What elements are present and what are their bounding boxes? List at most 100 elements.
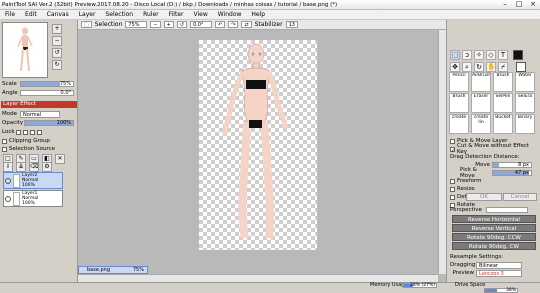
layer-settings-icon[interactable]: ⚙ <box>42 162 52 172</box>
pick-move-slider[interactable]: 47 px <box>492 170 532 176</box>
brush-create[interactable]: create <box>449 114 469 134</box>
mode-select[interactable]: Normal <box>20 110 60 118</box>
menu-canvas[interactable]: Canvas <box>42 11 74 18</box>
rotate-cw-button[interactable]: ↷ <box>228 21 239 28</box>
move-icon[interactable]: ✥ <box>450 62 460 72</box>
eye-icon[interactable] <box>5 195 11 202</box>
rotate-right-icon[interactable]: ↻ <box>52 60 62 70</box>
menu-help[interactable]: Help <box>246 11 270 18</box>
menu-filter[interactable]: Filter <box>164 11 189 18</box>
maximize-button[interactable]: □ <box>512 0 526 9</box>
stabilizer-select[interactable]: 13 <box>285 21 298 28</box>
primary-color-swatch[interactable] <box>513 50 523 60</box>
selection-label: Selection <box>94 21 123 28</box>
angle-select[interactable]: 0.0° <box>190 21 212 28</box>
lock-checkbox-3[interactable] <box>30 129 35 135</box>
lasso-icon[interactable]: ↄ <box>462 50 472 60</box>
text-icon[interactable]: T <box>498 50 508 60</box>
deform-checkbox[interactable] <box>450 194 455 200</box>
zoom-out-icon[interactable]: − <box>52 36 62 46</box>
resize-checkbox[interactable] <box>450 186 455 192</box>
brush-brush[interactable]: Brush <box>493 72 513 92</box>
lock-checkbox-2[interactable] <box>23 129 28 135</box>
brush-binary[interactable]: Binary <box>515 114 535 134</box>
selection-mode-icon[interactable]: ⬚ <box>81 21 92 28</box>
cut-move-checkbox[interactable]: ✓ <box>450 146 456 154</box>
preview-select[interactable]: Lanczos 3 <box>476 269 522 277</box>
zoom-reset-button[interactable]: ↺ <box>176 21 187 28</box>
zoom-select[interactable]: 75% <box>125 21 148 28</box>
brush-selera[interactable]: SelEra <box>515 93 535 113</box>
merge-down-icon[interactable]: ⇊ <box>16 162 26 172</box>
layer-thumbnail <box>13 173 20 188</box>
scale-slider[interactable]: 75% <box>20 81 74 87</box>
brush-pencil[interactable]: Pencil <box>449 72 469 92</box>
eyedropper-icon[interactable]: ⌿ <box>498 62 508 72</box>
rotate-ccw-button[interactable]: ↶ <box>215 21 226 28</box>
vertical-scrollbar[interactable] <box>438 30 446 274</box>
magic-wand-icon[interactable]: ✧ <box>474 50 484 60</box>
scale-value: 75% <box>59 81 71 87</box>
eye-icon[interactable] <box>5 177 11 184</box>
secondary-color-swatch[interactable] <box>516 62 526 72</box>
brush-airbrush[interactable]: AirBrush <box>471 72 491 92</box>
memory-usage-bar: 28% (27%) <box>403 283 437 288</box>
menu-view[interactable]: View <box>188 11 212 18</box>
close-button[interactable]: × <box>526 0 540 9</box>
brush-bucket[interactable]: Bucket <box>493 114 513 134</box>
angle-slider[interactable]: 0.0° <box>20 90 74 96</box>
freeform-checkbox[interactable] <box>450 178 455 184</box>
select-rect-icon[interactable]: ⬚ <box>450 50 460 60</box>
rotate-ccw-90-button[interactable]: Rotate 90deg. CCW <box>452 233 536 241</box>
move-slider[interactable]: 8 px <box>492 162 532 168</box>
shape-icon[interactable]: ◇ <box>486 50 496 60</box>
dragging-select[interactable]: Bilinear <box>476 261 522 269</box>
document-tab[interactable]: base.png 75% <box>78 266 148 274</box>
menu-layer[interactable]: Layer <box>74 11 101 18</box>
rotate-left-icon[interactable]: ↺ <box>52 48 62 58</box>
brush-eraser[interactable]: Eraser <box>471 93 491 113</box>
brush-selpen[interactable]: SelPen <box>493 93 513 113</box>
rotate-cw-90-button[interactable]: Rotate 90deg. CW <box>452 242 536 250</box>
pick-move-layer-checkbox[interactable] <box>450 138 455 144</box>
menu-window[interactable]: Window <box>213 11 247 18</box>
layer-toolbar-2: ⇩ ⇊ ⌫ ⚙ <box>3 162 52 172</box>
layer-effect-header: Layer Effect <box>1 101 77 108</box>
zoom-in-icon[interactable]: + <box>52 24 62 34</box>
hand-icon[interactable]: ✋ <box>486 62 496 72</box>
lock-checkbox-1[interactable] <box>16 129 21 135</box>
selection-source-checkbox[interactable] <box>2 146 7 152</box>
menu-ruler[interactable]: Ruler <box>138 11 164 18</box>
reverse-horizontal-button[interactable]: Reverse Horizontal <box>452 215 536 223</box>
rotate-icon[interactable]: ↻ <box>474 62 484 72</box>
clear-layer-icon[interactable]: ⌫ <box>29 162 39 172</box>
drive-space-fill <box>485 289 498 292</box>
horizontal-scrollbar[interactable] <box>78 274 438 282</box>
reverse-vertical-button[interactable]: Reverse Vertical <box>452 224 536 232</box>
opacity-slider[interactable]: 100% <box>24 120 74 126</box>
brush-create-lin[interactable]: create lin <box>471 114 491 134</box>
canvas-toolbar: ⬚ Selection 75% − + ↺ 0.0° ↶ ↷ ⇄ Stabili… <box>78 20 446 30</box>
selection-source-row: Selection Source <box>2 145 76 153</box>
flip-button[interactable]: ⇄ <box>241 21 252 28</box>
menu-selection[interactable]: Selection <box>100 11 138 18</box>
transfer-down-icon[interactable]: ⇩ <box>3 162 13 172</box>
ok-button[interactable]: OK <box>466 193 502 201</box>
layer-item-layer1[interactable]: Layer1 Normal 100% <box>3 190 63 207</box>
lock-checkbox-4[interactable] <box>37 129 42 135</box>
zoom-icon[interactable]: ⌕ <box>462 62 472 72</box>
zoom-out-button[interactable]: − <box>150 21 161 28</box>
minimize-button[interactable]: – <box>498 0 512 9</box>
zoom-in-button[interactable]: + <box>163 21 174 28</box>
menu-file[interactable]: File <box>0 11 20 18</box>
menu-edit[interactable]: Edit <box>20 11 42 18</box>
perspective-slider[interactable] <box>485 207 528 213</box>
delete-layer-icon[interactable]: ✕ <box>55 154 65 164</box>
navigator-preview[interactable] <box>2 22 48 78</box>
layer-item-layer2[interactable]: Layer2 Normal 100% <box>3 172 63 189</box>
brush-brush-2[interactable]: Brush <box>449 93 469 113</box>
clipping-group-checkbox[interactable] <box>2 138 7 144</box>
brush-water[interactable]: Water <box>515 72 535 92</box>
cancel-button[interactable]: Cancel <box>503 193 537 201</box>
drawing-canvas[interactable] <box>199 40 317 250</box>
